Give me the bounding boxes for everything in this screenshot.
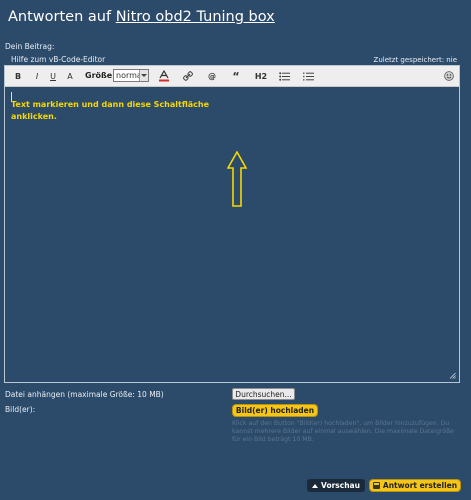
editor-toolbar: B I U A Größe: normal @ “ H2 <box>5 66 459 87</box>
chevron-down-icon <box>139 70 148 81</box>
editor-frame: B I U A Größe: normal @ “ H2 Text markie… <box>4 65 460 383</box>
preview-label: Vorschau <box>321 481 360 490</box>
underline-button[interactable]: U <box>47 69 59 83</box>
numbered-list-button[interactable] <box>301 69 315 83</box>
numbered-list-icon <box>302 72 314 81</box>
smiley-icon <box>444 71 454 81</box>
page-title: Antworten auf Nitro obd2 Tuning box <box>8 7 275 27</box>
submit-reply-button[interactable]: Antwort erstellen <box>369 479 461 492</box>
mention-button[interactable]: @ <box>205 69 219 83</box>
browse-button[interactable]: Durchsuchen... <box>232 388 295 400</box>
quote-button[interactable]: “ <box>229 69 243 83</box>
smiley-button[interactable] <box>443 69 455 83</box>
preview-button[interactable]: Vorschau <box>307 479 365 492</box>
font-button[interactable]: A <box>64 69 76 83</box>
font-color-icon <box>159 70 169 82</box>
attach-file-label: Datei anhängen (maximale Größe: 10 MB) <box>5 390 164 399</box>
editor-content[interactable]: Text markieren und dann diese Schaltfläc… <box>11 99 251 123</box>
thread-link[interactable]: Nitro obd2 Tuning box <box>116 9 275 25</box>
size-select[interactable]: normal <box>113 69 149 82</box>
bullet-list-icon <box>278 71 290 81</box>
bullet-list-button[interactable] <box>277 69 291 83</box>
reply-page: Antworten auf Nitro obd2 Tuning box Dein… <box>0 0 471 500</box>
arrow-up-annotation <box>227 151 247 207</box>
quote-icon: “ <box>232 69 240 83</box>
preview-icon <box>312 483 319 488</box>
title-prefix: Antworten auf <box>8 9 112 25</box>
submit-icon <box>372 482 380 489</box>
editor-help-link[interactable]: Hilfe zum vB-Code-Editor <box>11 55 105 64</box>
italic-button[interactable]: I <box>31 69 43 83</box>
size-label: Größe: <box>85 71 116 80</box>
upload-images-button[interactable]: Bild(er) hochladen <box>232 404 318 417</box>
autosave-status: Zuletzt gespeichert: nie <box>373 56 457 64</box>
upload-help-text: Klick auf den Button "Bild(er) hochladen… <box>232 420 454 444</box>
resize-grip-icon[interactable] <box>449 372 456 379</box>
font-color-button[interactable] <box>157 69 171 83</box>
submit-label: Antwort erstellen <box>382 481 458 490</box>
link-button[interactable] <box>181 69 195 83</box>
bold-button[interactable]: B <box>12 69 24 83</box>
post-section-label: Dein Beitrag: <box>5 42 55 51</box>
mention-icon: @ <box>208 71 216 81</box>
link-icon <box>183 71 193 81</box>
heading-button[interactable]: H2 <box>253 69 269 83</box>
images-label: Bild(er): <box>5 405 36 414</box>
